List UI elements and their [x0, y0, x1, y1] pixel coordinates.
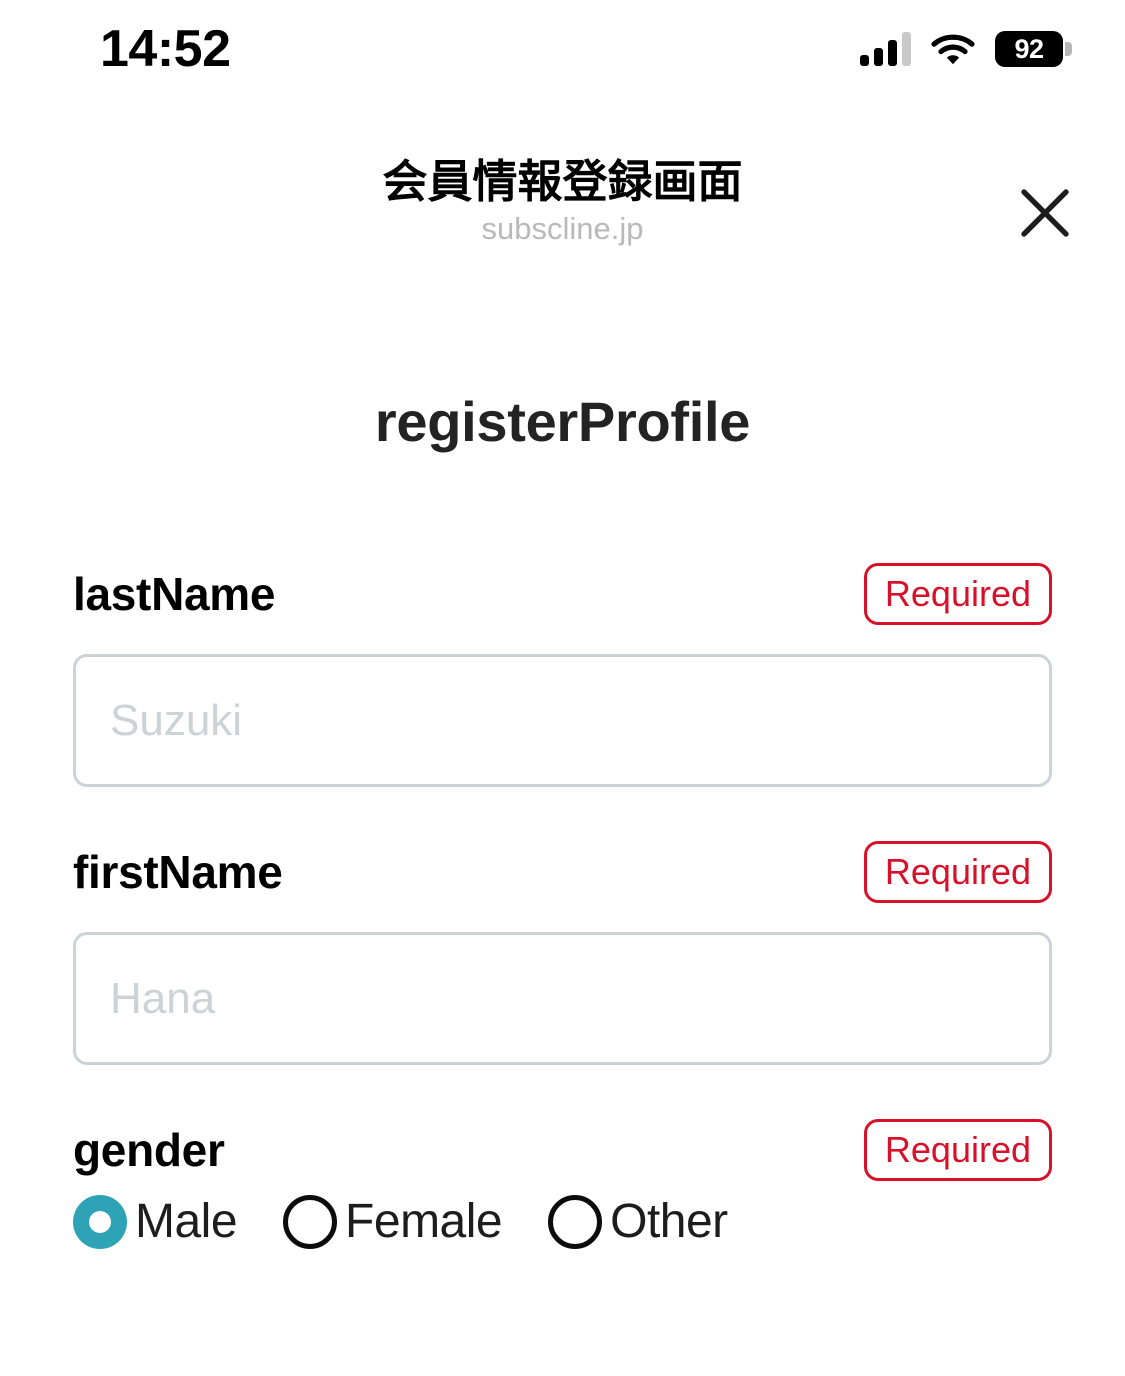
radio-label-other: Other — [610, 1195, 728, 1249]
field-header-gender: gender Required — [73, 1113, 1052, 1187]
gender-radio-group: Male Female Other — [73, 1195, 1052, 1250]
page-title: registerProfile — [374, 390, 751, 453]
required-badge-last-name: Required — [863, 563, 1052, 626]
radio-label-female: Female — [345, 1195, 503, 1249]
main-content: registerProfile lastName Required firstN… — [0, 330, 1125, 1250]
radio-option-female[interactable]: Female — [283, 1195, 503, 1250]
sheet-title: 会員情報登録画面 — [382, 156, 743, 207]
cellular-signal-icon — [860, 32, 911, 66]
required-badge-gender: Required — [863, 1119, 1052, 1182]
radio-option-male[interactable]: Male — [73, 1195, 238, 1250]
sheet-subtitle-domain: subscline.jp — [481, 211, 644, 247]
radio-mark-other — [548, 1195, 603, 1250]
field-header-last-name: lastName Required — [73, 557, 1052, 631]
register-profile-form: lastName Required firstName Required gen… — [0, 557, 1125, 1250]
status-bar-time: 14:52 — [100, 20, 231, 78]
radio-mark-male-selected — [73, 1195, 127, 1250]
field-gender: gender Required Male Female Other — [73, 1113, 1052, 1250]
mobile-screen: 14:52 92 会員情報登録画面 subscline.jp registerP… — [0, 0, 1125, 1376]
required-badge-first-name: Required — [863, 841, 1052, 904]
sheet-header-text: 会員情報登録画面 subscline.jp — [0, 155, 1125, 249]
last-name-input[interactable] — [73, 654, 1052, 788]
sheet-header: 会員情報登録画面 subscline.jp — [0, 155, 1125, 275]
field-first-name: firstName Required — [73, 835, 1052, 1066]
field-label-first-name: firstName — [73, 846, 283, 899]
field-label-last-name: lastName — [73, 568, 276, 621]
field-header-first-name: firstName Required — [73, 835, 1052, 909]
radio-mark-female — [283, 1195, 338, 1250]
status-bar-icons: 92 — [860, 31, 1063, 67]
radio-option-other[interactable]: Other — [548, 1195, 728, 1250]
close-button[interactable] — [995, 163, 1095, 263]
status-bar: 14:52 92 — [0, 0, 1125, 150]
wifi-icon — [931, 32, 975, 66]
first-name-input[interactable] — [73, 932, 1052, 1066]
field-label-gender: gender — [73, 1124, 225, 1177]
battery-icon: 92 — [995, 31, 1063, 67]
radio-label-male: Male — [135, 1195, 238, 1249]
close-icon — [1021, 189, 1069, 237]
battery-level-label: 92 — [1014, 33, 1044, 64]
field-last-name: lastName Required — [73, 557, 1052, 788]
